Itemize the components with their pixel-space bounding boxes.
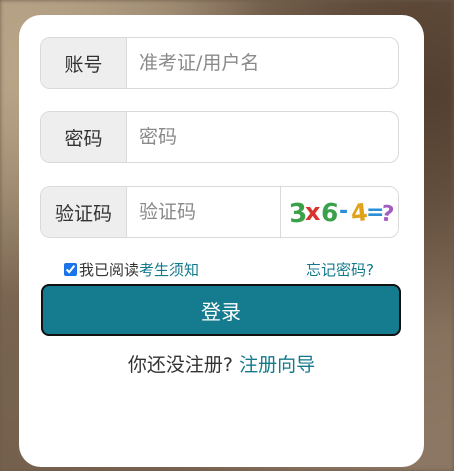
- svg-text:x: x: [305, 198, 321, 226]
- register-prompt: 你还没注册?: [127, 354, 234, 376]
- password-field: 密码: [40, 111, 399, 163]
- captcha-label: 验证码: [41, 187, 127, 237]
- account-input[interactable]: [127, 38, 398, 88]
- agreement-checkbox[interactable]: [64, 262, 77, 276]
- forgot-password-link[interactable]: 忘记密码?: [306, 259, 374, 280]
- captcha-input[interactable]: [127, 187, 280, 237]
- account-label: 账号: [41, 38, 127, 88]
- password-input[interactable]: [127, 112, 398, 162]
- login-button[interactable]: 登录: [41, 284, 401, 336]
- register-link[interactable]: 注册向导: [239, 354, 315, 376]
- captcha-graphic: 3 x 6 - 4 = ?: [287, 197, 395, 229]
- svg-text:6: 6: [319, 197, 339, 228]
- login-card: 账号 密码 验证码 3 x 6 - 4 = ? 我已阅读考生须知 忘记密码? 登…: [19, 15, 424, 467]
- agreement-prefix: 我已阅读: [79, 260, 140, 279]
- account-field: 账号: [40, 37, 399, 89]
- svg-text:-: -: [339, 199, 348, 224]
- svg-text:?: ?: [379, 201, 395, 228]
- password-label: 密码: [41, 112, 127, 162]
- agreement: 我已阅读 考生须知: [64, 259, 199, 280]
- register-row: 你还没注册? 注册向导: [19, 350, 424, 377]
- form-options: 我已阅读 考生须知 忘记密码?: [64, 258, 374, 280]
- exam-notice-link[interactable]: 考生须知: [139, 259, 199, 280]
- captcha-image[interactable]: 3 x 6 - 4 = ?: [280, 187, 398, 237]
- captcha-field: 验证码 3 x 6 - 4 = ?: [40, 186, 399, 238]
